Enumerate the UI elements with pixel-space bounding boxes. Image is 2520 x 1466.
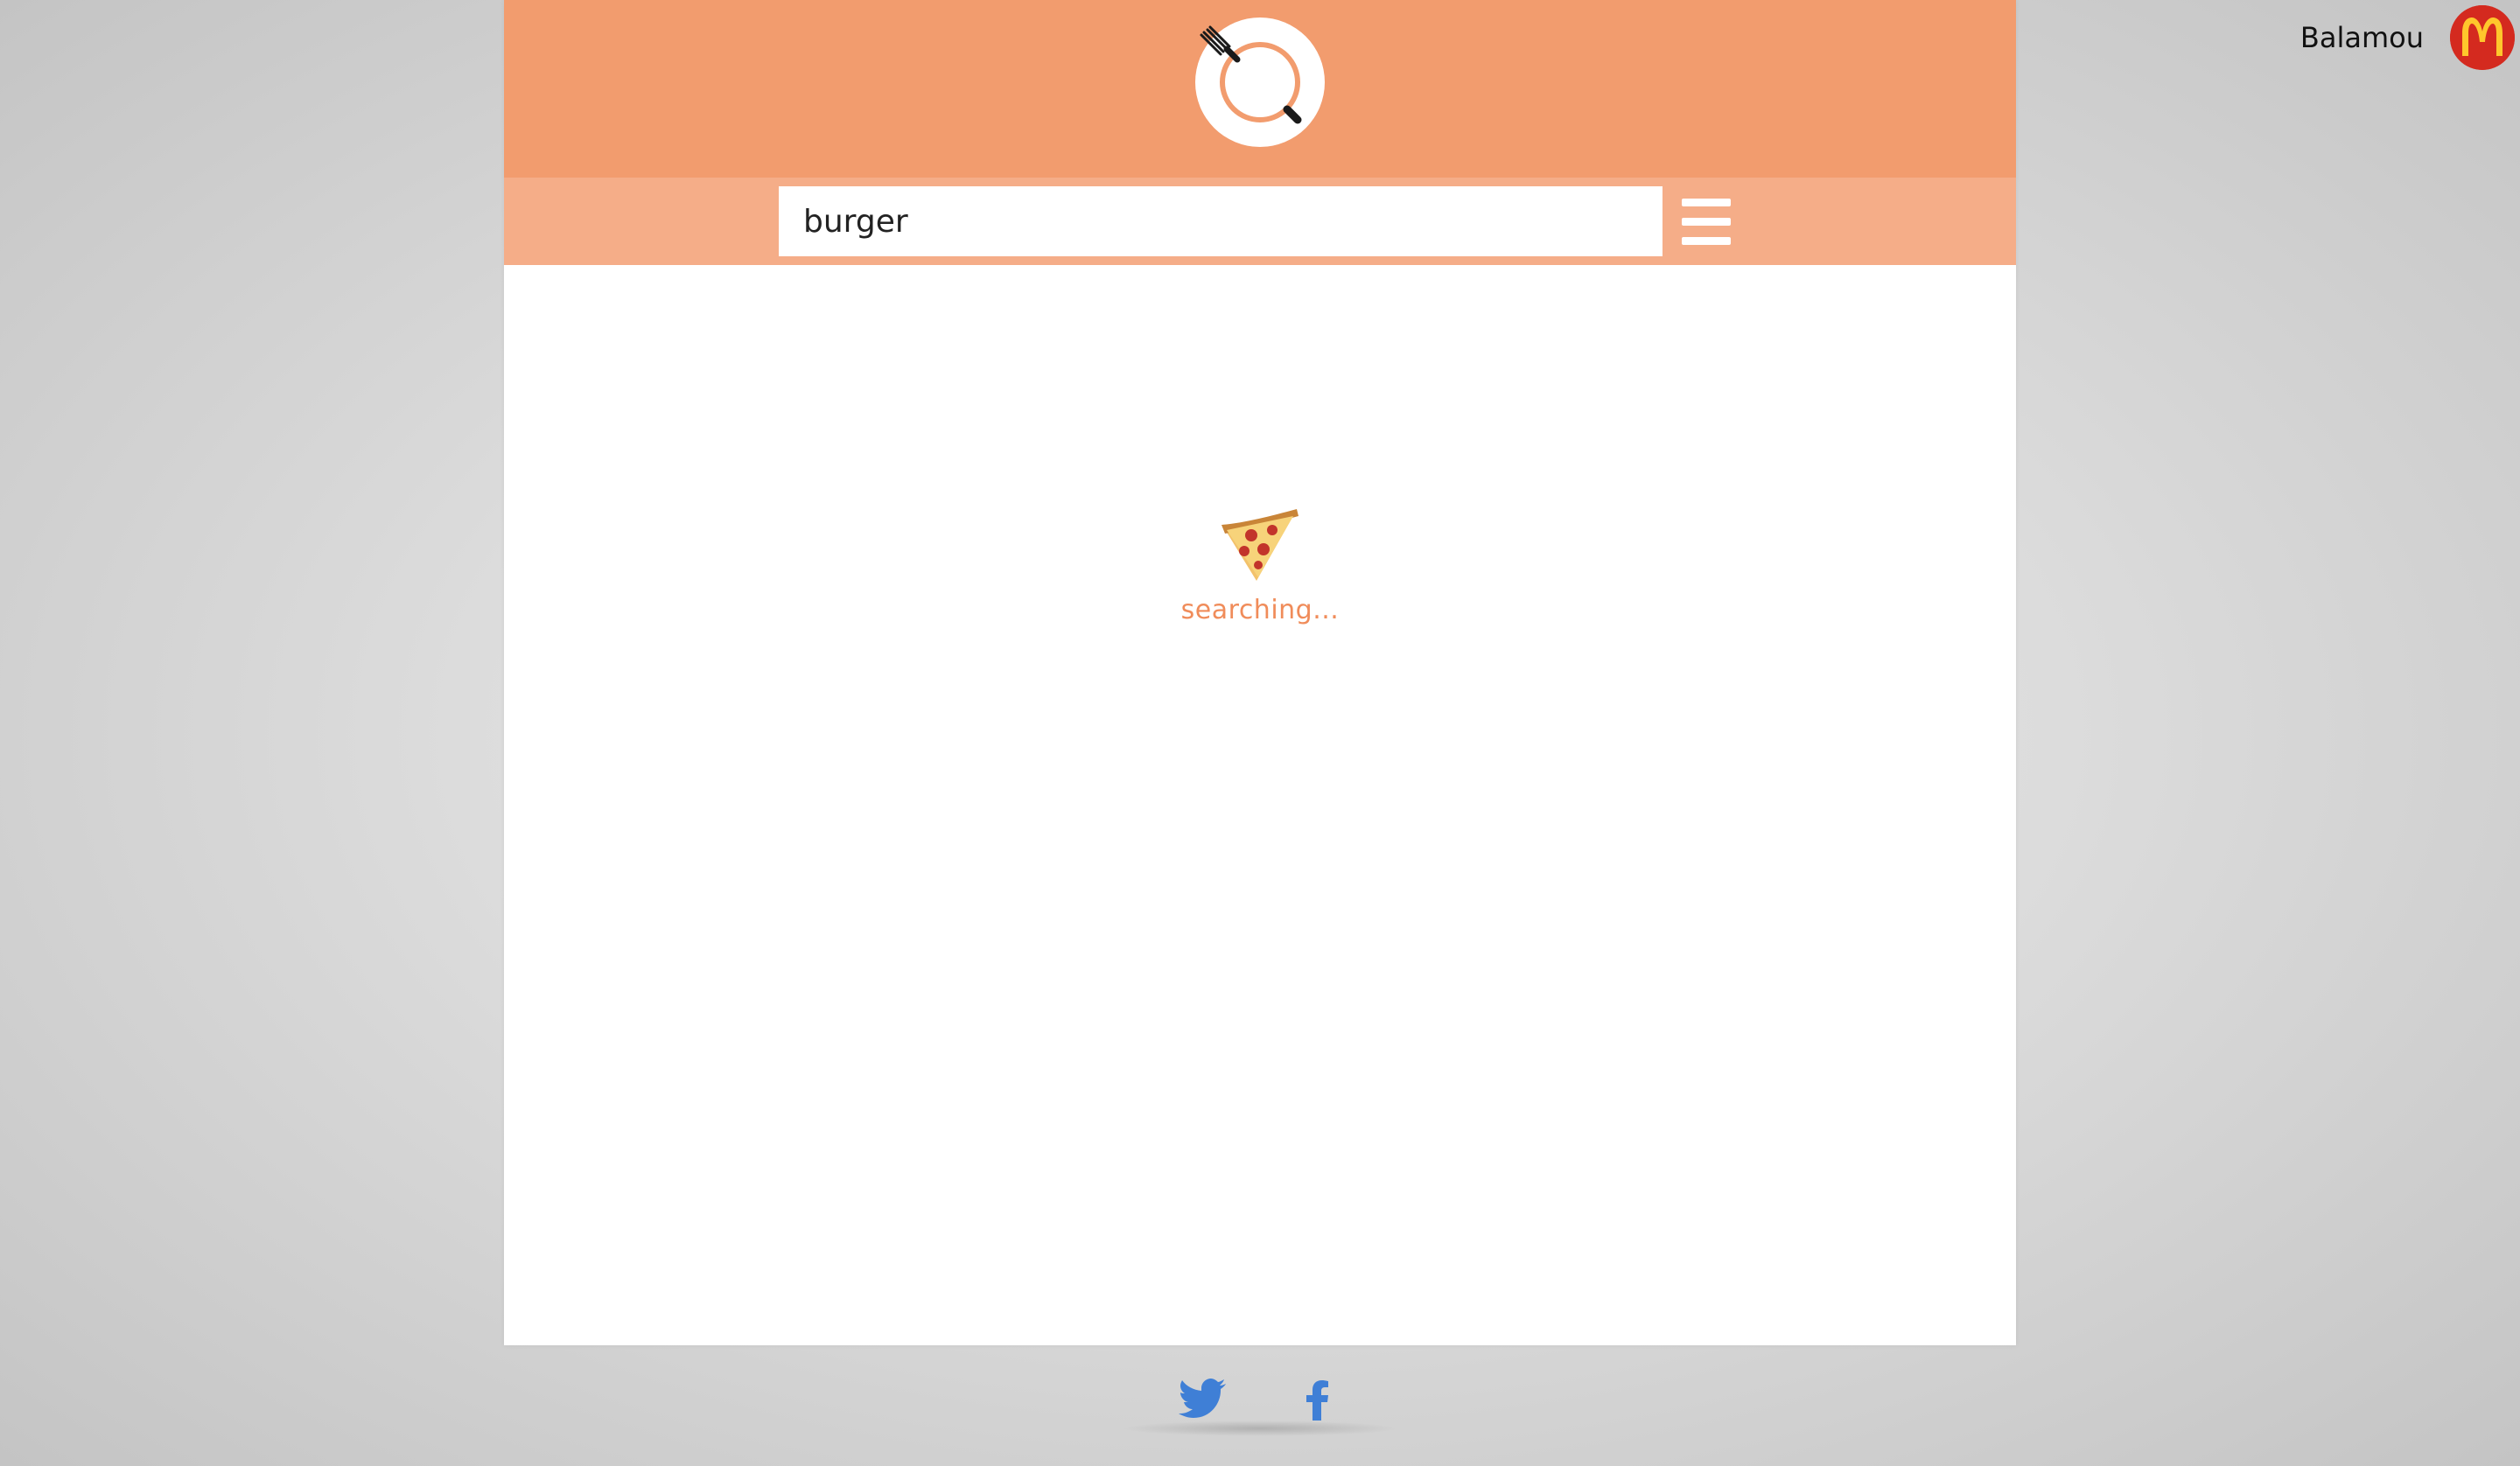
logo[interactable]	[1195, 17, 1325, 147]
app-container: searching...	[504, 0, 2016, 1345]
twitter-link[interactable]	[1177, 1373, 1229, 1426]
loading-text: searching...	[1180, 595, 1340, 625]
search-input[interactable]	[779, 186, 1662, 256]
avatar[interactable]	[2450, 5, 2515, 70]
twitter-bird-icon	[1179, 1379, 1226, 1418]
facebook-link[interactable]	[1291, 1373, 1343, 1426]
user-menu[interactable]: Balamou	[2300, 3, 2515, 72]
hamburger-menu-icon	[1682, 199, 1731, 206]
pizza-slice-icon	[1218, 507, 1302, 586]
search-bar	[504, 178, 2016, 265]
plate-fork-search-icon	[1200, 25, 1302, 124]
mcdonalds-logo-icon	[2450, 5, 2515, 70]
header	[504, 0, 2016, 178]
menu-button[interactable]	[1682, 199, 1731, 248]
footer	[1120, 1373, 1400, 1436]
loading-indicator: searching...	[504, 507, 2016, 625]
user-name[interactable]: Balamou	[2300, 21, 2424, 54]
facebook-f-icon	[1306, 1380, 1328, 1421]
